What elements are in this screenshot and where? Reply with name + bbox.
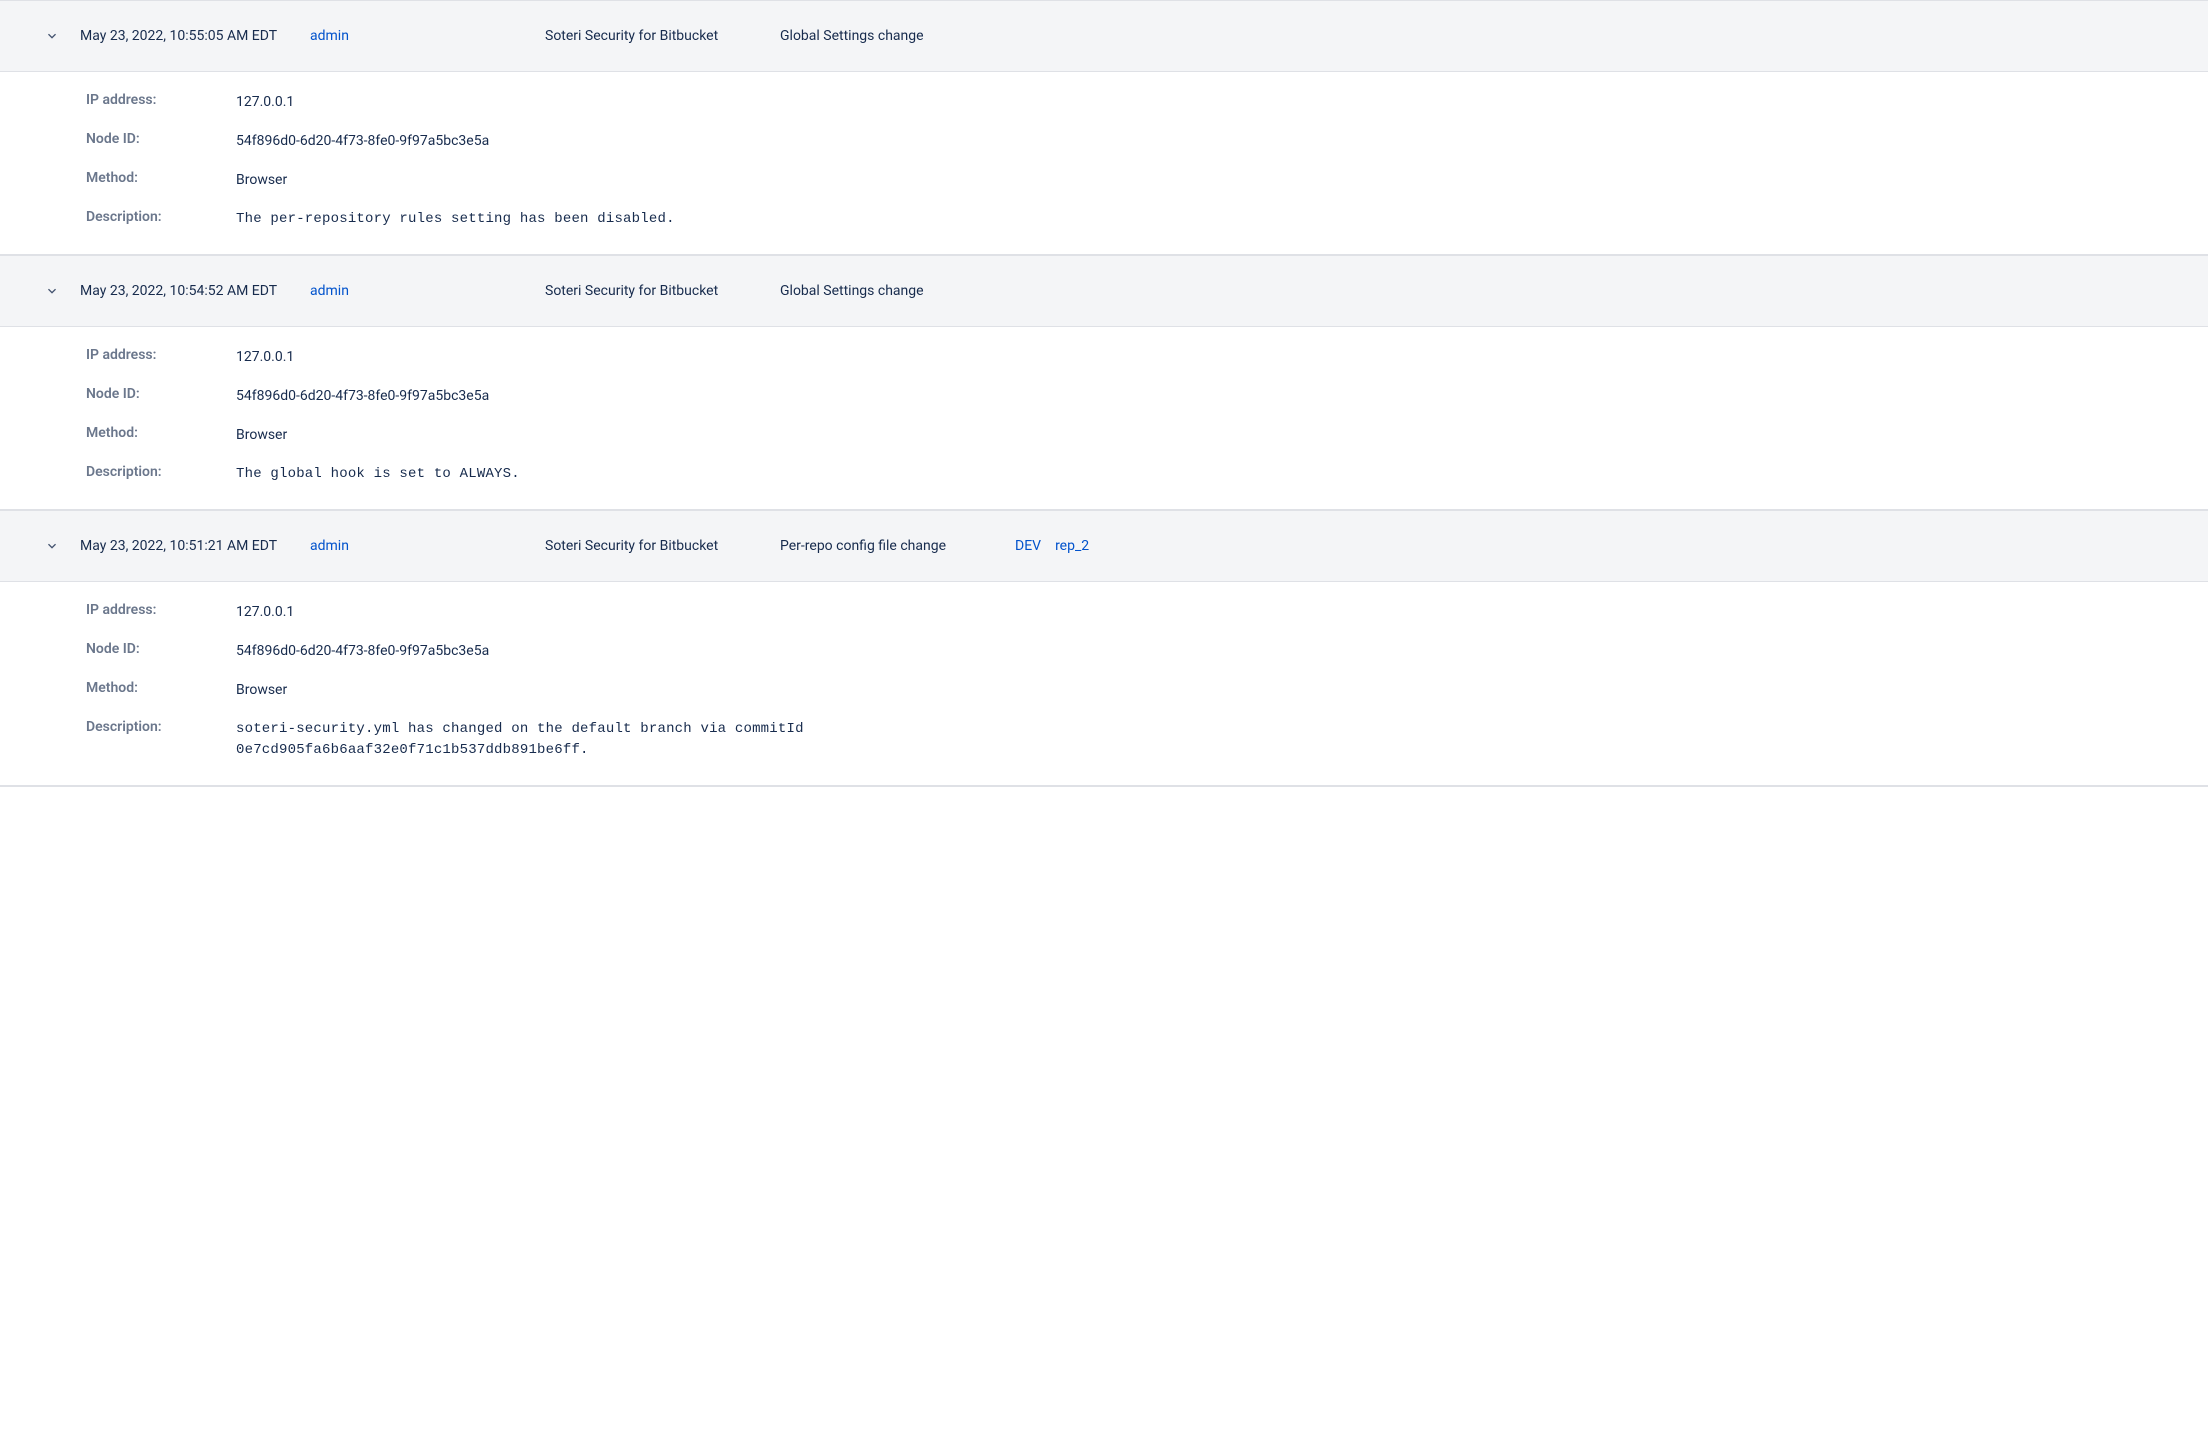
detail-value-method: Browser bbox=[236, 425, 287, 446]
detail-value-description: The per-repository rules setting has bee… bbox=[236, 209, 675, 230]
detail-row-method: Method: Browser bbox=[86, 425, 2188, 446]
log-action: Per-repo config file change bbox=[780, 536, 1015, 556]
detail-value-node: 54f896d0-6d20-4f73-8fe0-9f97a5bc3e5a bbox=[236, 641, 489, 662]
chevron-down-icon bbox=[44, 28, 60, 44]
user-link[interactable]: admin bbox=[310, 538, 349, 554]
log-component: Soteri Security for Bitbucket bbox=[545, 281, 780, 301]
expand-toggle[interactable] bbox=[20, 28, 80, 44]
log-user: admin bbox=[310, 283, 545, 299]
log-entry: May 23, 2022, 10:51:21 AM EDT admin Sote… bbox=[0, 511, 2208, 787]
detail-row-description: Description: The per-repository rules se… bbox=[86, 209, 2188, 230]
log-component: Soteri Security for Bitbucket bbox=[545, 536, 780, 556]
detail-label: Method: bbox=[86, 680, 236, 696]
detail-value-description: soteri-security.yml has changed on the d… bbox=[236, 719, 1056, 761]
detail-label: IP address: bbox=[86, 602, 236, 618]
detail-value-method: Browser bbox=[236, 680, 287, 701]
detail-value-description: The global hook is set to ALWAYS. bbox=[236, 464, 520, 485]
expand-toggle[interactable] bbox=[20, 283, 80, 299]
log-entry-header[interactable]: May 23, 2022, 10:55:05 AM EDT admin Sote… bbox=[0, 1, 2208, 71]
detail-label: Node ID: bbox=[86, 386, 236, 402]
user-link[interactable]: admin bbox=[310, 28, 349, 44]
detail-label: Description: bbox=[86, 464, 236, 480]
chevron-down-icon bbox=[44, 283, 60, 299]
log-entry-details: IP address: 127.0.0.1 Node ID: 54f896d0-… bbox=[0, 581, 2208, 786]
log-entry-details: IP address: 127.0.0.1 Node ID: 54f896d0-… bbox=[0, 326, 2208, 510]
detail-row-method: Method: Browser bbox=[86, 170, 2188, 191]
log-action: Global Settings change bbox=[780, 26, 1015, 46]
detail-label: Method: bbox=[86, 425, 236, 441]
detail-row-method: Method: Browser bbox=[86, 680, 2188, 701]
log-user: admin bbox=[310, 28, 545, 44]
detail-row-ip: IP address: 127.0.0.1 bbox=[86, 602, 2188, 623]
log-component: Soteri Security for Bitbucket bbox=[545, 26, 780, 46]
log-entry-details: IP address: 127.0.0.1 Node ID: 54f896d0-… bbox=[0, 71, 2208, 255]
log-entry: May 23, 2022, 10:54:52 AM EDT admin Sote… bbox=[0, 256, 2208, 511]
detail-value-ip: 127.0.0.1 bbox=[236, 92, 294, 113]
detail-value-method: Browser bbox=[236, 170, 287, 191]
detail-value-ip: 127.0.0.1 bbox=[236, 602, 294, 623]
detail-row-ip: IP address: 127.0.0.1 bbox=[86, 92, 2188, 113]
log-date: May 23, 2022, 10:54:52 AM EDT bbox=[80, 281, 310, 301]
detail-label: Method: bbox=[86, 170, 236, 186]
detail-row-node: Node ID: 54f896d0-6d20-4f73-8fe0-9f97a5b… bbox=[86, 131, 2188, 152]
detail-value-ip: 127.0.0.1 bbox=[236, 347, 294, 368]
log-links: DEV rep_2 bbox=[1015, 538, 1089, 554]
detail-row-node: Node ID: 54f896d0-6d20-4f73-8fe0-9f97a5b… bbox=[86, 641, 2188, 662]
audit-log-table: May 23, 2022, 10:55:05 AM EDT admin Sote… bbox=[0, 0, 2208, 787]
log-user: admin bbox=[310, 538, 545, 554]
detail-label: IP address: bbox=[86, 347, 236, 363]
chevron-down-icon bbox=[44, 538, 60, 554]
project-link[interactable]: DEV bbox=[1015, 538, 1041, 554]
log-entry-header[interactable]: May 23, 2022, 10:51:21 AM EDT admin Sote… bbox=[0, 511, 2208, 581]
detail-label: Node ID: bbox=[86, 641, 236, 657]
expand-toggle[interactable] bbox=[20, 538, 80, 554]
detail-label: Description: bbox=[86, 719, 236, 735]
detail-value-node: 54f896d0-6d20-4f73-8fe0-9f97a5bc3e5a bbox=[236, 386, 489, 407]
detail-label: Node ID: bbox=[86, 131, 236, 147]
detail-row-description: Description: soteri-security.yml has cha… bbox=[86, 719, 2188, 761]
detail-label: Description: bbox=[86, 209, 236, 225]
log-date: May 23, 2022, 10:55:05 AM EDT bbox=[80, 26, 310, 46]
detail-row-node: Node ID: 54f896d0-6d20-4f73-8fe0-9f97a5b… bbox=[86, 386, 2188, 407]
log-date: May 23, 2022, 10:51:21 AM EDT bbox=[80, 536, 310, 556]
detail-row-ip: IP address: 127.0.0.1 bbox=[86, 347, 2188, 368]
detail-row-description: Description: The global hook is set to A… bbox=[86, 464, 2188, 485]
repo-link[interactable]: rep_2 bbox=[1055, 538, 1089, 554]
detail-value-node: 54f896d0-6d20-4f73-8fe0-9f97a5bc3e5a bbox=[236, 131, 489, 152]
detail-label: IP address: bbox=[86, 92, 236, 108]
user-link[interactable]: admin bbox=[310, 283, 349, 299]
log-action: Global Settings change bbox=[780, 281, 1015, 301]
log-entry-header[interactable]: May 23, 2022, 10:54:52 AM EDT admin Sote… bbox=[0, 256, 2208, 326]
log-entry: May 23, 2022, 10:55:05 AM EDT admin Sote… bbox=[0, 0, 2208, 256]
